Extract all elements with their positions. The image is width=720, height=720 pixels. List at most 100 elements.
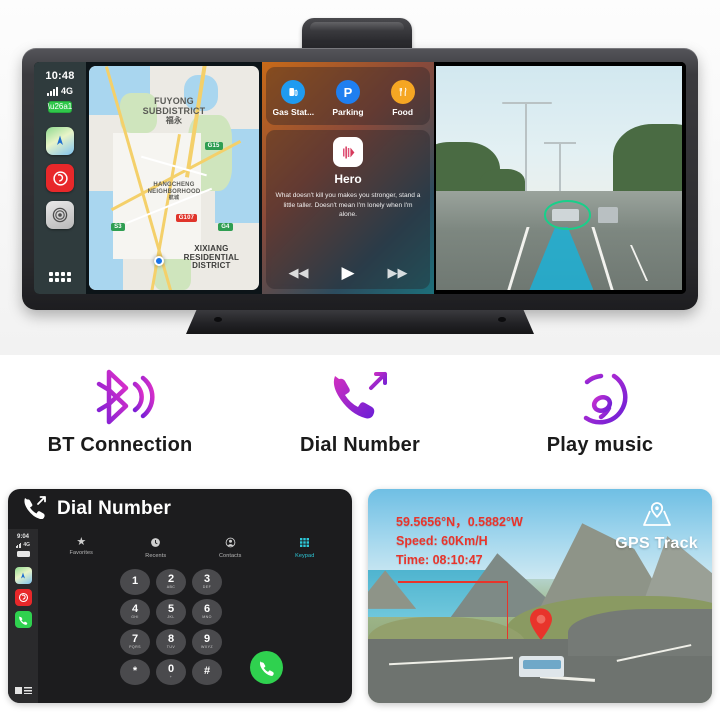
gps-readout: 59.5656°N，0.5882°W Speed: 60Km/H Time: 0…	[396, 513, 523, 570]
carplay-network-label: 4G	[60, 86, 73, 96]
keypad-key[interactable]: *	[120, 659, 150, 685]
poi-label: Food	[392, 107, 414, 117]
map-label-xixiang: XIXIANG RESIDENTIAL DISTRICT	[183, 244, 240, 270]
road-shield-g107: G107	[175, 213, 198, 222]
keypad-key[interactable]: 2 ABC	[156, 569, 186, 595]
dashcam-live-view[interactable]	[436, 66, 682, 290]
phone-app-icon[interactable]	[14, 611, 32, 628]
restaurant-icon	[390, 80, 415, 104]
keypad-key[interactable]: 3 DEF	[192, 569, 222, 595]
poi-food[interactable]: Food	[377, 80, 429, 117]
keypad-key[interactable]: 6 MNO	[192, 599, 222, 625]
gps-speed: Speed: 60Km/H	[396, 534, 488, 548]
tab-recents[interactable]: Recents	[119, 537, 194, 559]
feature-dial-number: Dial Number	[240, 358, 480, 480]
player-controls: ◀◀ ▶ ▶▶	[272, 264, 424, 283]
gps-leader-line	[398, 581, 508, 625]
feature-play-music: Play music	[480, 358, 720, 480]
poi-label: Gas Stat...	[272, 107, 315, 117]
poi-parking[interactable]: P Parking	[322, 80, 374, 117]
keypad-key[interactable]: 1	[120, 569, 150, 595]
map-canvas[interactable]: FUYONG SUBDISTRICT 福永 HANGCHENG NEIGHBOR…	[89, 66, 259, 290]
dial-now-playing-icon[interactable]	[14, 687, 32, 694]
map-widget[interactable]: FUYONG SUBDISTRICT 福永 HANGCHENG NEIGHBOR…	[86, 62, 262, 294]
app-grid-icon[interactable]	[49, 272, 71, 282]
dial-app-list	[14, 567, 32, 628]
music-disc-icon	[565, 364, 635, 430]
keypad-key[interactable]: 4 GHI	[120, 599, 150, 625]
dial-tab-bar: ★ Favorites Recents Contacts Keypad	[38, 529, 352, 560]
device-screen: 10:48 4G \u26a1 FUYONG SUBDISTRICT 福永 HA…	[34, 62, 686, 294]
dashcam-pane[interactable]	[434, 62, 686, 294]
vehicle-detection-ring	[544, 200, 591, 230]
dial-number-card: Dial Number 9:04 4G ★ Favorites Recents …	[8, 489, 352, 703]
feature-label: BT Connection	[47, 434, 193, 456]
track-lyrics: What doesn't kill you makes you stronger…	[275, 192, 421, 219]
battery-icon	[16, 551, 30, 557]
poi-label: Parking	[332, 107, 364, 117]
clock-icon	[150, 537, 161, 551]
keypad-key[interactable]: 9 WXYZ	[192, 629, 222, 655]
previous-track-button[interactable]: ◀◀	[288, 266, 308, 279]
product-marketing-page: 10:48 4G \u26a1 FUYONG SUBDISTRICT 福永 HA…	[0, 0, 720, 720]
map-label-hangcheng: HANGCHENG NEIGHBORHOOD 航城	[147, 182, 201, 201]
dial-card-body: 9:04 4G ★ Favorites Recents Contacts Key…	[8, 529, 352, 703]
current-location-dot	[153, 256, 164, 267]
dial-card-title: Dial Number	[57, 498, 172, 519]
bottom-cards-row: Dial Number 9:04 4G ★ Favorites Recents …	[0, 482, 720, 720]
keypad-key[interactable]: 5 JKL	[156, 599, 186, 625]
keypad-key[interactable]: 7 PQRS	[120, 629, 150, 655]
parking-icon: P	[335, 80, 360, 104]
map-label-fuyong: FUYONG SUBDISTRICT 福永	[142, 96, 206, 126]
album-art-waveform-icon	[333, 137, 363, 167]
star-icon: ★	[76, 536, 87, 548]
music-player-card[interactable]: Hero What doesn't kill you makes you str…	[266, 130, 430, 289]
signal-bars-icon	[46, 87, 58, 96]
feature-label: Play music	[546, 434, 654, 456]
netease-music-app-icon[interactable]	[14, 589, 32, 606]
maps-app-icon[interactable]	[46, 127, 74, 155]
road-shield-g4: G4	[218, 222, 233, 231]
tab-contacts[interactable]: Contacts	[193, 537, 268, 559]
system-settings-app-icon[interactable]	[46, 201, 74, 229]
poi-gas-station[interactable]: Gas Stat...	[267, 80, 319, 117]
maps-app-icon[interactable]	[14, 567, 32, 584]
feature-label: Dial Number	[299, 434, 420, 456]
next-track-button[interactable]: ▶▶	[388, 266, 408, 279]
tab-keypad[interactable]: Keypad	[268, 537, 343, 559]
keypad-key[interactable]: 8 TUV	[156, 629, 186, 655]
carplay-signal: 4G	[46, 86, 73, 96]
dial-keypad: 1 2 ABC 3 DEF 4 GHI 5 JKL 6 MNO 7 PQRS 8 TUV 9W…	[120, 569, 222, 685]
keypad-key[interactable]: #	[192, 659, 222, 685]
person-icon	[225, 537, 236, 551]
keypad-grid-icon	[299, 537, 310, 551]
call-button[interactable]	[250, 651, 283, 684]
location-pin-icon	[528, 607, 554, 641]
carplay-clock: 10:48	[45, 70, 75, 82]
car-display-unit: 10:48 4G \u26a1 FUYONG SUBDISTRICT 福永 HA…	[22, 48, 698, 310]
phone-outgoing-icon	[22, 495, 48, 524]
dial-signal: 4G	[15, 542, 30, 548]
dial-clock: 9:04	[16, 534, 29, 540]
track-title: Hero	[334, 172, 362, 186]
feature-bt-connection: BT Connection	[0, 358, 240, 480]
play-button[interactable]: ▶	[341, 264, 354, 281]
gps-track-card: 59.5656°N，0.5882°W Speed: 60Km/H Time: 0…	[368, 489, 712, 703]
keypad-key[interactable]: 0 +	[156, 659, 186, 685]
road-shield-g15: G15	[204, 142, 223, 151]
bluetooth-icon	[85, 364, 155, 430]
gps-track-badge: GPS Track	[615, 499, 698, 553]
gps-coordinates: 59.5656°N，0.5882°W	[396, 515, 523, 529]
dial-sidebar: 9:04 4G	[8, 529, 38, 703]
poi-shortcut-card: Gas Stat... P Parking Food	[266, 67, 430, 125]
gps-time: Time: 08:10:47	[396, 553, 483, 567]
tab-favorites[interactable]: ★ Favorites	[44, 537, 119, 559]
carplay-app-list	[46, 127, 74, 229]
tab-label: Recents	[145, 553, 167, 559]
map-pin-icon	[640, 499, 674, 534]
netease-music-app-icon[interactable]	[46, 164, 74, 192]
tab-label: Contacts	[218, 553, 242, 559]
gps-badge-label: GPS Track	[615, 535, 698, 552]
tab-label: Keypad	[295, 553, 315, 559]
carplay-sidebar: 10:48 4G \u26a1	[34, 62, 86, 294]
